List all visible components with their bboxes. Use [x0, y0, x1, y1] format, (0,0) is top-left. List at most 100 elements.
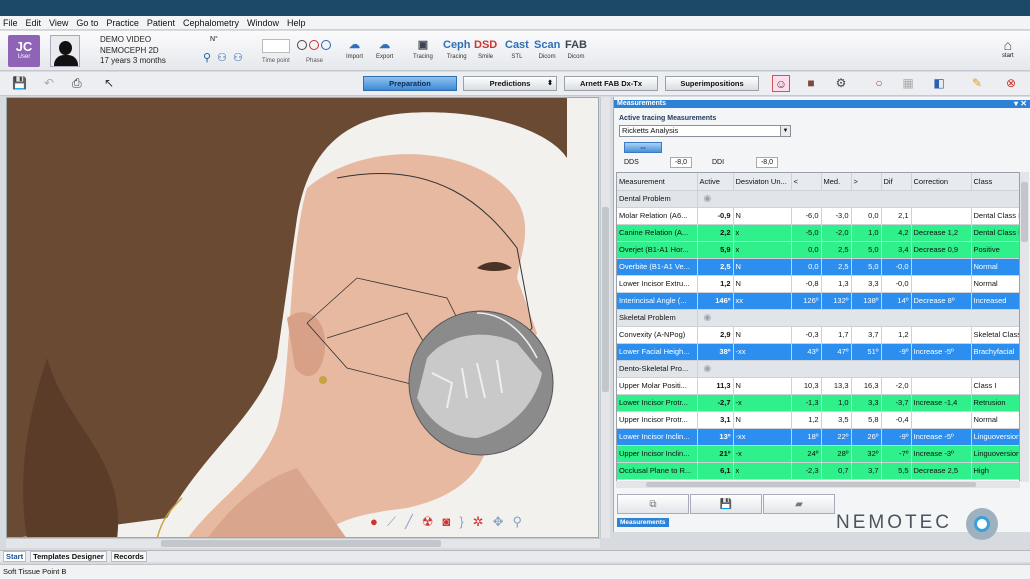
ddi-value[interactable]: -8,0 — [756, 157, 778, 168]
bracket-icon[interactable]: } — [459, 514, 463, 530]
eye-icon[interactable]: ◉ — [704, 363, 712, 373]
panel-close-icon[interactable]: ▾ ✕ — [1014, 100, 1027, 108]
time-point-box[interactable] — [262, 39, 290, 53]
analysis-select[interactable]: Ricketts Analysis ▼ — [619, 125, 791, 137]
swap-button[interactable]: ⇔ — [624, 142, 662, 153]
menu-cephalometry[interactable]: Cephalometry — [183, 18, 239, 28]
dds-value[interactable]: -8,0 — [670, 157, 692, 168]
column-header[interactable]: Measurement — [617, 173, 698, 191]
image-viewer[interactable] — [6, 97, 599, 538]
column-header[interactable]: > — [851, 173, 882, 191]
grid-icon[interactable]: ▦ — [899, 75, 917, 92]
table-row[interactable]: Interincisal Angle (... 146º xx 126º 132º 138… — [617, 292, 1019, 310]
line-icon[interactable]: ╱ — [405, 514, 413, 530]
pointer-icon[interactable]: ↖ — [104, 76, 114, 90]
zoom-icon[interactable]: ⚲ — [512, 514, 522, 530]
camera-red-icon[interactable]: ◙ — [442, 514, 450, 530]
add-patient-icon[interactable]: ⚇ — [217, 51, 227, 64]
radiation-icon[interactable]: ☢ — [422, 514, 434, 530]
cube-icon[interactable]: ◧ — [930, 75, 948, 92]
gear-icon[interactable]: ⚙ — [832, 75, 850, 92]
tracing-camera-button[interactable]: ▣ Tracing — [413, 37, 433, 60]
table-row[interactable]: Lower Incisor Extru... 1,2 N -0,8 1,3 3,3 -0,0… — [617, 275, 1019, 293]
eye-icon[interactable]: ◉ — [704, 193, 712, 203]
ceph-button[interactable]: Ceph Tracing — [443, 37, 471, 60]
menu-file[interactable]: File — [3, 18, 18, 28]
menu-view[interactable]: View — [49, 18, 68, 28]
photo-brown-icon[interactable]: ■ — [802, 75, 820, 92]
table-section-row[interactable]: Skeletal Problem ◉ — [617, 309, 1019, 327]
menu-edit[interactable]: Edit — [26, 18, 42, 28]
start-button[interactable]: ⌂ start — [1002, 37, 1014, 59]
menu-patient[interactable]: Patient — [147, 18, 175, 28]
user-avatar[interactable]: JC User — [8, 35, 40, 67]
phase-circle-icon[interactable] — [321, 40, 331, 50]
table-row[interactable]: Lower Facial Heigh... 38º -xx 43º 47º 51º -9º I… — [617, 343, 1019, 361]
measurements-tab[interactable]: Measurements — [617, 518, 669, 527]
menu-window[interactable]: Window — [247, 18, 279, 28]
cast-button[interactable]: Cast STL — [505, 37, 529, 60]
facial-profile-icon[interactable]: ☺ — [772, 75, 790, 92]
tab-start[interactable]: Start — [3, 551, 27, 562]
column-header[interactable]: < — [791, 173, 822, 191]
viewer-horizontal-scrollbar[interactable] — [6, 538, 600, 548]
scan-button[interactable]: Scan Dicom — [534, 37, 560, 60]
move-icon[interactable]: ✥ — [493, 514, 504, 530]
pencil-icon[interactable]: ✎ — [968, 75, 986, 92]
predictions-dropdown[interactable]: Predictions ⬍ — [463, 76, 557, 91]
viewer-vertical-scrollbar[interactable] — [600, 97, 610, 538]
import-button[interactable]: ☁ Import — [346, 37, 363, 60]
eye-icon[interactable]: ◉ — [704, 312, 712, 322]
table-section-row[interactable]: Dental Problem ◉ — [617, 190, 1019, 208]
undo-icon[interactable]: ↶ — [44, 76, 54, 90]
table-horizontal-scrollbar[interactable] — [616, 481, 1020, 488]
table-row[interactable]: Canine Relation (A... 2,2 x -5,0 -2,0 1,0 4,2 D… — [617, 224, 1019, 242]
fab-button[interactable]: FAB Dicom — [565, 37, 587, 60]
table-section-row[interactable]: Dento-Skeletal Pro... ◉ — [617, 360, 1019, 378]
print-icon[interactable]: ⎙ — [72, 76, 82, 91]
table-row[interactable]: Upper Molar Positi... 11,3 N 10,3 13,3 16,3 -2… — [617, 377, 1019, 395]
superimpositions-button[interactable]: Superimpositions — [665, 76, 759, 91]
close-icon[interactable]: ⊗ — [1002, 75, 1020, 92]
save-measurements-button[interactable]: 💾 — [690, 494, 762, 514]
menu-practice[interactable]: Practice — [106, 18, 139, 28]
table-row[interactable]: Lower Incisor Protr... -2,7 -x -1,3 1,0 3,3 -3… — [617, 394, 1019, 412]
table-row[interactable]: Upper Incisor Inclin... 21º -x 24º 28º 32º -7º… — [617, 445, 1019, 463]
tab-records[interactable]: Records — [110, 551, 147, 562]
table-vertical-scrollbar[interactable] — [1020, 172, 1029, 482]
ruler-icon[interactable]: ⟋ — [387, 514, 396, 530]
dsd-button[interactable]: DSD Smile — [474, 37, 497, 60]
arnett-fab-button[interactable]: Arnett FAB Dx-Tx — [564, 76, 658, 91]
table-row[interactable]: Lower Incisor Inclin... 13º -xx 18º 22º 26º -9… — [617, 428, 1019, 446]
menu-goto[interactable]: Go to — [76, 18, 98, 28]
column-header[interactable]: Class — [971, 173, 1019, 191]
copy-button[interactable]: ⧉ — [617, 494, 689, 514]
save-icon[interactable]: 💾 — [12, 76, 27, 90]
column-header[interactable]: Dif — [881, 173, 912, 191]
column-header[interactable]: Correction — [911, 173, 972, 191]
export-button[interactable]: ☁ Export — [376, 37, 393, 60]
patient-photo[interactable] — [50, 35, 80, 67]
table-row[interactable]: Occlusal Plane to R... 6,1 x -2,3 0,7 3,7 5,5 D… — [617, 462, 1019, 480]
menu-help[interactable]: Help — [287, 18, 306, 28]
search-icon[interactable]: ⚲ — [203, 51, 211, 64]
table-row[interactable]: Overbite (B1-A1 Ve... 2,5 N 0,0 2,5 5,0 -0,0 No… — [617, 258, 1019, 276]
phase-selector[interactable] — [297, 40, 331, 50]
print-measurements-button[interactable]: ▰ — [763, 494, 835, 514]
table-row[interactable]: Convexity (A-NPog) 2,9 N -0,3 1,7 3,7 1,2 Skele… — [617, 326, 1019, 344]
preparation-button[interactable]: Preparation — [363, 76, 457, 91]
phase-circle-icon[interactable] — [297, 40, 307, 50]
tooth-icon[interactable]: ● — [370, 514, 378, 530]
table-row[interactable]: Overjet (B1-A1 Hor... 5,9 x 0,0 2,5 5,0 3,4 Dec… — [617, 241, 1019, 259]
phase-circle-icon[interactable] — [309, 40, 319, 50]
red-circle-icon[interactable]: ○ — [870, 75, 888, 92]
column-header[interactable]: Med. — [821, 173, 852, 191]
section-label: Dento-Skeletal Pro... — [617, 360, 698, 378]
column-header[interactable]: Active — [697, 173, 734, 191]
table-row[interactable]: Upper Incisor Protr... 3,1 N 1,2 3,5 5,8 -0,4 N… — [617, 411, 1019, 429]
column-header[interactable]: Desviaton Un... — [733, 173, 792, 191]
tooth-cursor-icon[interactable]: ✲ — [473, 514, 484, 530]
tab-templates-designer[interactable]: Templates Designer — [30, 551, 107, 562]
table-row[interactable]: Molar Relation (A6... -0,9 N -6,0 -3,0 0,0 2,1… — [617, 207, 1019, 225]
remove-patient-icon[interactable]: ⚇ — [233, 51, 243, 64]
